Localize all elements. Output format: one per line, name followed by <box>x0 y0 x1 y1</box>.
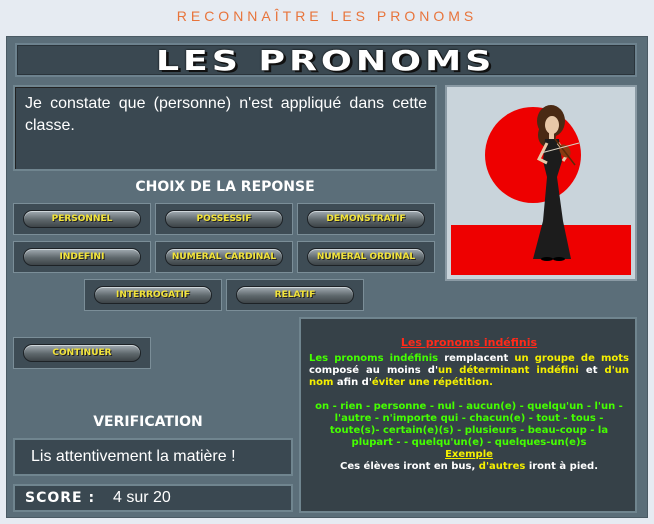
lesson-highlight: un groupe de mots <box>514 353 629 364</box>
example-highlight: d'autres <box>478 461 526 472</box>
choice-interrogatif-button[interactable]: INTERROGATIF <box>84 279 222 311</box>
choice-numeral-cardinal-button[interactable]: NUMERAL CARDINAL <box>155 241 293 273</box>
illustration <box>445 85 637 281</box>
woman-violinist-icon <box>451 91 631 275</box>
lesson-text: afin d' <box>333 377 372 388</box>
choice-demonstratif-label[interactable]: DEMONSTRATIF <box>307 210 425 228</box>
example-text: iront à pied. <box>525 461 598 472</box>
lesson-highlight: un déterminant indéfini <box>438 365 579 376</box>
choice-numeral-cardinal-label[interactable]: NUMERAL CARDINAL <box>165 248 283 266</box>
verification-title: VERIFICATION <box>93 414 203 430</box>
choice-demonstratif-button[interactable]: DEMONSTRATIF <box>297 203 435 235</box>
score-label: SCORE : <box>25 490 96 506</box>
example-text: Ces élèves iront en bus, <box>340 461 479 472</box>
lesson-panel: Les pronoms indéfinis Les pronoms indéfi… <box>299 317 637 513</box>
choice-numeral-ordinal-button[interactable]: NUMERAL ORDINAL <box>297 241 435 273</box>
banner: LES PRONOMS <box>15 43 637 77</box>
choice-relatif-button[interactable]: RELATIF <box>226 279 364 311</box>
lesson-text: remplacent <box>438 353 515 364</box>
banner-title: LES PRONOMS <box>156 43 496 77</box>
continue-button[interactable]: CONTINUER <box>13 337 151 369</box>
lesson-term: Les pronoms indéfinis <box>309 353 439 364</box>
example-sentence: Ces élèves iront en bus, d'autres iront … <box>309 461 629 473</box>
choice-relatif-label[interactable]: RELATIF <box>236 286 354 304</box>
verification-message: Lis attentivement la matière ! <box>13 438 293 476</box>
lesson-highlight: éviter une répétition. <box>371 377 493 388</box>
page-header-title: RECONNAÎTRE LES PRONOMS <box>176 8 478 24</box>
continue-label[interactable]: CONTINUER <box>23 344 141 362</box>
choice-interrogatif-label[interactable]: INTERROGATIF <box>94 286 212 304</box>
lesson-text: composé au moins d' <box>309 365 439 376</box>
choices-title: CHOIX DE LA REPONSE <box>135 179 315 195</box>
lesson-definition: Les pronoms indéfinis remplacent un grou… <box>309 353 629 389</box>
choice-numeral-ordinal-label[interactable]: NUMERAL ORDINAL <box>307 248 425 266</box>
pronoun-list: on - rien - personne - nul - aucun(e) - … <box>315 401 623 448</box>
score-value: 4 sur 20 <box>113 489 171 506</box>
choice-possessif-label[interactable]: POSSESSIF <box>165 210 283 228</box>
exercise-frame: LES PRONOMS Je constate que (personne) n… <box>6 36 648 518</box>
choice-personnel-label[interactable]: PERSONNEL <box>23 210 141 228</box>
choice-possessif-button[interactable]: POSSESSIF <box>155 203 293 235</box>
example-label: Exemple <box>445 449 493 460</box>
lesson-title: Les pronoms indéfinis <box>400 336 538 349</box>
choice-personnel-button[interactable]: PERSONNEL <box>13 203 151 235</box>
score-box: SCORE : 4 sur 20 <box>13 484 293 512</box>
question-box: Je constate que (personne) n'est appliqu… <box>13 85 437 171</box>
lesson-text: et <box>578 365 605 376</box>
choice-indefini-button[interactable]: INDEFINI <box>13 241 151 273</box>
choice-indefini-label[interactable]: INDEFINI <box>23 248 141 266</box>
